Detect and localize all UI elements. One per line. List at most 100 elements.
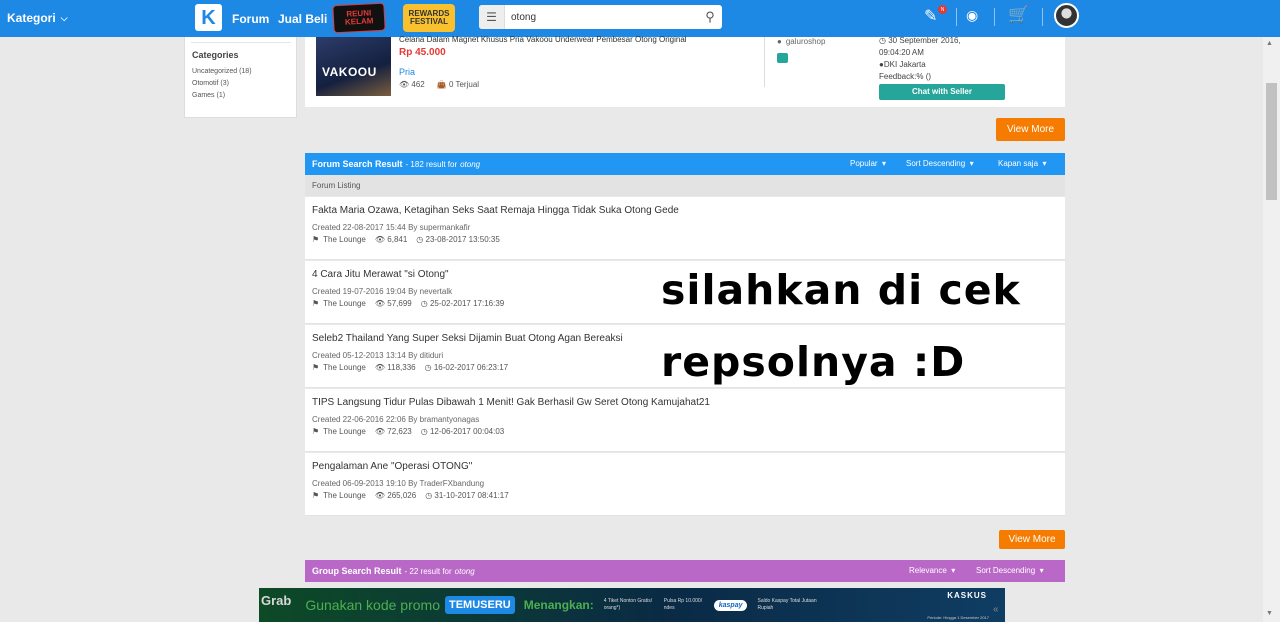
overlay-caption-line-1: silahkan di cek: [661, 266, 1021, 314]
sort-popular-label: Popular: [850, 159, 878, 168]
rewards-festival-promo[interactable]: REWARDS FESTIVAL: [403, 4, 455, 32]
sort-descending-dropdown[interactable]: Sort Descending ▾: [906, 159, 974, 168]
search-icon[interactable]: ⚲: [698, 9, 722, 25]
thread-item: TIPS Langsung Tidur Pulas Dibawah 1 Meni…: [305, 389, 1065, 452]
forum-tag[interactable]: ⚑ The Lounge: [312, 299, 366, 308]
nav-jual-beli[interactable]: Jual Beli: [278, 12, 327, 26]
sort-popular-dropdown[interactable]: Popular ▾: [850, 159, 886, 168]
forum-tag-label: The Lounge: [323, 491, 366, 500]
forum-tag[interactable]: ⚑ The Lounge: [312, 363, 366, 372]
eye-icon: 👁: [374, 235, 386, 244]
seller-label: galuroshop: [785, 37, 826, 46]
ad-gunakan-text: Gunakan kode promo: [305, 597, 440, 613]
last-post-stat: ◷ 12-06-2017 00:04:03: [421, 427, 505, 436]
last-post-stat: ◷ 31-10-2017 08:41:17: [425, 491, 509, 500]
last-post-stat: ◷ 16-02-2017 06:23:17: [425, 363, 509, 372]
tag-icon: ⚑: [312, 491, 320, 500]
eye-icon: 👁: [374, 363, 386, 372]
kaskus-chat-icon[interactable]: ◉: [966, 7, 978, 24]
forum-tag-label: The Lounge: [323, 363, 366, 372]
sort-relevance-label: Relevance: [909, 566, 947, 575]
location-text: DKI Jakarta: [883, 60, 926, 69]
forum-listing-label: Forum Listing: [305, 175, 1065, 196]
kaskus-logo[interactable]: K: [195, 4, 222, 31]
product-category[interactable]: Pria: [399, 67, 415, 77]
thread-created: Created 19-07-2016 19:04 By nevertalk: [312, 287, 453, 296]
thread-created: Created 22-08-2017 15:44 By supermankafi…: [312, 223, 471, 232]
tag-icon: ⚑: [312, 363, 320, 372]
chevron-down-icon: ▾: [969, 159, 974, 168]
thread-title[interactable]: Pengalaman Ane "Operasi OTONG": [312, 461, 472, 472]
cart-icon[interactable]: 🛒: [1008, 5, 1029, 25]
views-stat: 👁 462: [399, 80, 425, 89]
last-post-stat: ◷ 25-02-2017 17:16:39: [421, 299, 505, 308]
seller-name[interactable]: ● galuroshop: [777, 37, 825, 46]
ad-prize-saldo: Saldo Kaspay Total Jutaan Rupiah: [757, 598, 817, 611]
forum-tag[interactable]: ⚑ The Lounge: [312, 235, 366, 244]
scroll-up-arrow-icon[interactable]: ▲: [1266, 40, 1273, 47]
view-more-button-forum[interactable]: View More: [999, 530, 1065, 549]
product-price: Rp 45.000: [399, 47, 446, 58]
search-input[interactable]: [505, 6, 698, 28]
user-avatar[interactable]: [1054, 3, 1079, 28]
thread-title[interactable]: TIPS Langsung Tidur Pulas Dibawah 1 Meni…: [312, 397, 710, 408]
views-count: 118,336: [387, 363, 416, 372]
last-post-time: 16-02-2017 06:23:17: [433, 363, 509, 372]
thread-stats: ⚑ The Lounge 👁 57,699 ◷ 25-02-2017 17:16:…: [312, 299, 504, 308]
tag-icon: ⚑: [312, 235, 320, 244]
user-icon: ●: [777, 37, 782, 46]
forum-tag-label: The Lounge: [323, 299, 366, 308]
product-title[interactable]: Celana Dalam Magnet Khusus Pria Vakoou U…: [399, 35, 687, 44]
ad-prize-tickets: 4 Tiket Nonton Gratis/ orang*): [603, 598, 653, 611]
clock-icon: ◷: [420, 299, 428, 308]
thread-stats: ⚑ The Lounge 👁 6,841 ◷ 23-08-2017 13:50:3…: [312, 235, 500, 244]
sort-descending-dropdown[interactable]: Sort Descending ▾: [976, 566, 1044, 575]
location-line: ●DKI Jakarta: [879, 59, 961, 71]
scroll-down-arrow-icon[interactable]: ▼: [1266, 610, 1273, 617]
views-stat: 👁 72,623: [375, 427, 412, 436]
thread-stats: ⚑ The Lounge 👁 118,336 ◷ 16-02-2017 06:23…: [312, 363, 508, 372]
forum-tag[interactable]: ⚑ The Lounge: [312, 491, 366, 500]
thread-created: Created 06-09-2013 19:10 By TraderFXband…: [312, 479, 485, 488]
date-line-1: ◷ 30 September 2016,: [879, 35, 961, 47]
last-post-stat: ◷ 23-08-2017 13:50:35: [416, 235, 500, 244]
ad-prize-pulsa: Pulsa Rp 10.000/ ndes: [663, 598, 703, 611]
grab-logo: Grab: [261, 592, 292, 608]
views-count: 462: [411, 80, 425, 89]
thread-item: Fakta Maria Ozawa, Ketagihan Seks Saat R…: [305, 197, 1065, 260]
divider: [191, 42, 291, 43]
sort-desc-label: Sort Descending: [976, 566, 1036, 575]
thread-stats: ⚑ The Lounge 👁 72,623 ◷ 12-06-2017 00:04:…: [312, 427, 504, 436]
chevron-down-icon: ▾: [1039, 566, 1044, 575]
collapse-ad-icon[interactable]: «: [993, 604, 999, 615]
product-image[interactable]: VAKOOU: [316, 37, 391, 96]
pencil-icon[interactable]: ✎: [924, 6, 937, 26]
scrollbar-thumb[interactable]: [1266, 83, 1277, 200]
reuni-kelam-promo[interactable]: REUNI KELAM: [332, 2, 386, 34]
date-text-1: 30 September 2016,: [888, 36, 961, 45]
forum-tag-label: The Lounge: [323, 427, 366, 436]
nav-forum[interactable]: Forum: [232, 12, 269, 26]
thread-title[interactable]: Fakta Maria Ozawa, Ketagihan Seks Saat R…: [312, 205, 679, 216]
time-filter-dropdown[interactable]: Kapan saja ▾: [998, 159, 1047, 168]
search-menu-icon[interactable]: ☰: [479, 5, 505, 29]
kaspay-logo: kaspay: [713, 599, 748, 611]
thread-title[interactable]: Seleb2 Thailand Yang Super Seksi Dijamin…: [312, 333, 623, 344]
view-more-button-products[interactable]: View More: [996, 118, 1065, 141]
kategori-dropdown[interactable]: Kategori ⌵: [7, 11, 68, 25]
chat-with-seller-button[interactable]: Chat with Seller: [879, 84, 1005, 100]
forum-tag[interactable]: ⚑ The Lounge: [312, 427, 366, 436]
ad-menangkan-text: Menangkan:: [523, 598, 594, 612]
category-item-uncategorized[interactable]: Uncategorized (18): [192, 66, 252, 78]
clock-icon: ◷: [425, 491, 433, 500]
category-list: Uncategorized (18) Otomotif (3) Games (1…: [192, 66, 252, 102]
category-item-otomotif[interactable]: Otomotif (3): [192, 78, 252, 90]
time-filter-label: Kapan saja: [998, 159, 1039, 168]
ad-banner[interactable]: Grab Gunakan kode promo TEMUSERU Menangk…: [259, 588, 1005, 622]
product-meta: ◷ 30 September 2016, 09:04:20 AM ●DKI Ja…: [879, 35, 961, 83]
thread-title[interactable]: 4 Cara Jitu Merawat "si Otong": [312, 269, 449, 280]
tag-icon: ⚑: [312, 427, 320, 436]
chevron-down-icon: ▾: [882, 159, 887, 168]
category-item-games[interactable]: Games (1): [192, 90, 252, 102]
sort-relevance-dropdown[interactable]: Relevance ▾: [909, 566, 955, 575]
